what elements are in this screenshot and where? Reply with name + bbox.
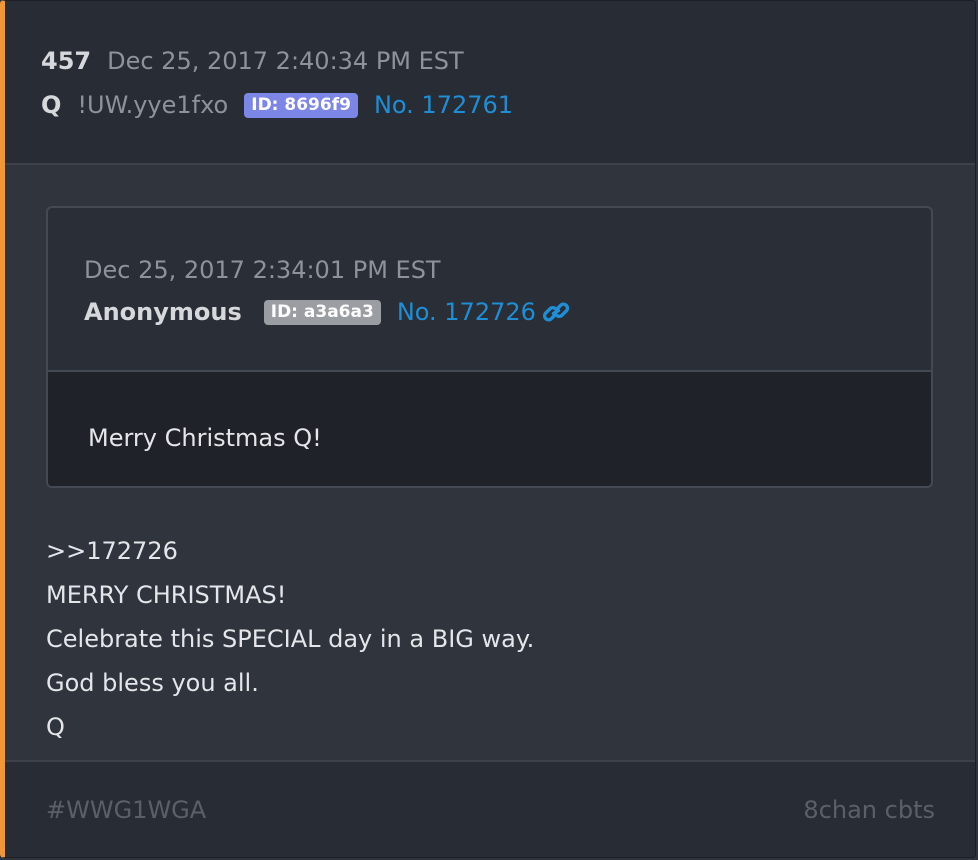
body-line: MERRY CHRISTMAS! [46, 581, 287, 609]
quoted-post-body: Merry Christmas Q! [48, 372, 931, 486]
id-badge: ID: 8696f9 [244, 92, 358, 118]
post-number-link[interactable]: No. 172761 [374, 91, 513, 119]
quoted-post-header: Dec 25, 2017 2:34:01 PM EST Anonymous ID… [48, 208, 931, 372]
link-icon[interactable] [542, 299, 570, 325]
quoted-post-author-row: Anonymous ID: a3a6a3 No. 172726 [84, 298, 570, 326]
post-author-row: Q !UW.yye1fxo ID: 8696f9 No. 172761 [41, 91, 513, 119]
post-meta-row: 457 Dec 25, 2017 2:40:34 PM EST [41, 47, 464, 75]
quoted-post-date: Dec 25, 2017 2:34:01 PM EST [84, 256, 441, 284]
body-line: Q [46, 713, 65, 741]
post-date: Dec 25, 2017 2:40:34 PM EST [107, 47, 464, 75]
quoted-author-name: Anonymous [84, 298, 242, 326]
post-footer: #WWG1WGA 8chan cbts [5, 760, 975, 857]
quoted-post-text: Merry Christmas Q! [88, 424, 322, 452]
source-label: 8chan cbts [803, 796, 935, 824]
body-line: God bless you all. [46, 669, 259, 697]
author-name: Q [41, 91, 62, 119]
post-card: 457 Dec 25, 2017 2:40:34 PM EST Q !UW.yy… [0, 0, 976, 858]
post-number: 457 [41, 47, 92, 75]
post-header: 457 Dec 25, 2017 2:40:34 PM EST Q !UW.yy… [5, 1, 975, 165]
tripcode: !UW.yye1fxo [77, 91, 229, 119]
quoted-post-number-link[interactable]: No. 172726 [397, 298, 536, 326]
reply-reference-link[interactable]: >>172726 [46, 529, 534, 573]
quoted-post: Dec 25, 2017 2:34:01 PM EST Anonymous ID… [46, 206, 933, 488]
quoted-id-badge: ID: a3a6a3 [263, 299, 381, 325]
body-line: Celebrate this SPECIAL day in a BIG way. [46, 625, 535, 653]
hashtag: #WWG1WGA [46, 796, 207, 824]
post-body: >>172726 MERRY CHRISTMAS! Celebrate this… [46, 529, 534, 749]
